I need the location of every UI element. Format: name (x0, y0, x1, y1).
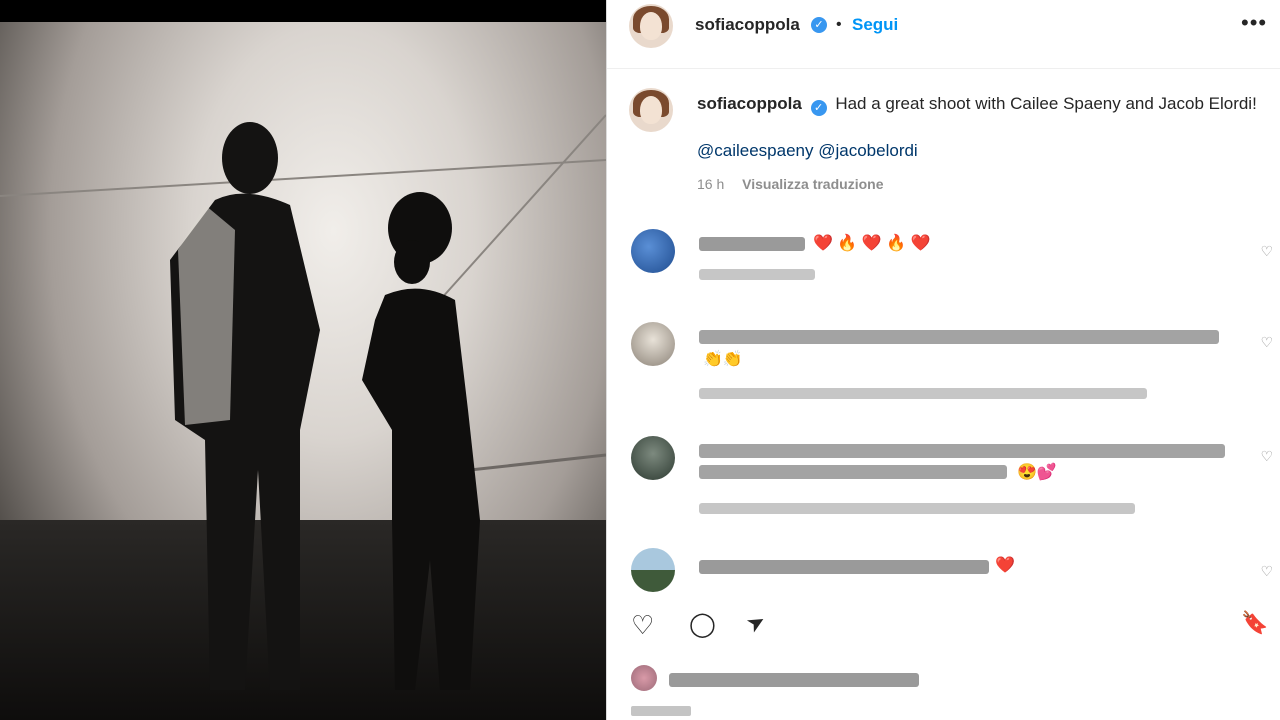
comment-emojis: ❤️ 🔥 ❤️ 🔥 ❤️ (813, 235, 931, 252)
comment-avatar[interactable] (631, 548, 675, 592)
comment-meta-blurred (699, 269, 815, 280)
follow-button[interactable]: Segui (852, 15, 898, 35)
like-heart-icon[interactable]: ♡ (631, 610, 654, 641)
caption-avatar[interactable] (629, 88, 673, 132)
likes-text-blurred[interactable] (669, 673, 919, 687)
verified-badge-icon: ✓ (811, 17, 827, 33)
translate-link[interactable]: Visualizza traduzione (742, 176, 883, 192)
caption-meta: 16 h Visualizza traduzione (697, 176, 883, 192)
comment-meta-blurred (699, 388, 1147, 399)
comment-text-blurred (699, 444, 1225, 458)
comment-text-blurred (699, 330, 1219, 344)
caption-mentions: @caileespaeny @jacobelordi (697, 141, 918, 161)
comment-like-icon[interactable]: ♡ (1260, 243, 1273, 260)
woman-silhouette (362, 192, 480, 690)
comment-like-icon[interactable]: ♡ (1260, 448, 1273, 465)
comment-avatar[interactable] (631, 436, 675, 480)
comment-emojis: ❤️ (995, 557, 1015, 574)
avatar-face (640, 11, 662, 41)
comment-avatar[interactable] (631, 229, 675, 273)
post-header: sofiacoppola ✓ • Segui ••• (607, 0, 1280, 69)
header-username[interactable]: sofiacoppola (695, 15, 800, 35)
bookmark-icon[interactable]: 🔖 (1241, 610, 1268, 636)
comment-emojis: 😍💕 (1017, 464, 1057, 481)
photo-line (0, 159, 606, 197)
comment-text-blurred (699, 465, 1007, 479)
comment-emojis: 👏👏 (703, 351, 743, 368)
verified-badge-icon: ✓ (810, 100, 827, 116)
post-time: 16 h (697, 176, 725, 192)
caption: sofiacoppola ✓ Had a great shoot with Ca… (697, 91, 1257, 117)
photo-line (439, 114, 606, 301)
comment-avatar[interactable] (631, 322, 675, 366)
photo-line (469, 453, 606, 472)
comment-text-blurred (699, 560, 989, 574)
liker-avatar[interactable] (631, 665, 657, 691)
avatar-face (640, 95, 662, 125)
silhouettes-image (0, 114, 606, 691)
more-options-icon[interactable]: ••• (1241, 10, 1267, 36)
comment-username-blurred (699, 237, 805, 251)
post-photo[interactable] (0, 0, 606, 720)
separator-dot: • (836, 16, 842, 33)
caption-body: Had a great shoot with Cailee Spaeny and… (835, 94, 1257, 113)
comment-like-icon[interactable]: ♡ (1260, 334, 1273, 351)
mention-link[interactable]: @jacobelordi (818, 141, 917, 160)
man-jacket (178, 205, 235, 425)
post-date-blurred (631, 706, 691, 716)
comment-meta-blurred (699, 503, 1135, 514)
post-actions: ♡ ◯ ➤ 🔖 (607, 600, 1280, 652)
comment-like-icon[interactable]: ♡ (1260, 563, 1273, 580)
author-avatar[interactable] (629, 4, 673, 48)
caption-username[interactable]: sofiacoppola (697, 94, 802, 113)
share-send-icon[interactable]: ➤ (742, 607, 771, 639)
comment-bubble-icon[interactable]: ◯ (689, 610, 716, 639)
mention-link[interactable]: @caileespaeny (697, 141, 814, 160)
post-panel: sofiacoppola ✓ • Segui ••• sofiacoppola … (606, 0, 1280, 720)
